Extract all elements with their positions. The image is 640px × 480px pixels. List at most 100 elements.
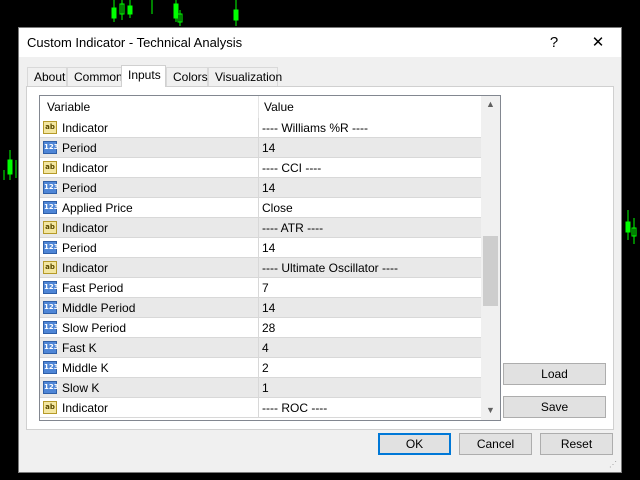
cell-divider bbox=[258, 258, 259, 278]
cell-divider bbox=[258, 358, 259, 378]
table-row[interactable]: 123 Period 14 bbox=[40, 178, 481, 198]
variable-name: Indicator bbox=[62, 261, 109, 275]
string-type-icon: ab bbox=[43, 221, 57, 234]
help-button[interactable]: ? bbox=[531, 28, 577, 57]
numeric-type-icon: 123 bbox=[43, 201, 59, 214]
column-divider[interactable] bbox=[258, 96, 259, 118]
inputs-grid: Variable Value ab Indicator ---- Williams … bbox=[39, 95, 501, 421]
tab-common[interactable]: Common bbox=[67, 67, 123, 86]
variable-name: Indicator bbox=[62, 401, 109, 415]
cell-divider bbox=[258, 178, 259, 198]
cell-divider bbox=[258, 198, 259, 218]
variable-name: Period bbox=[62, 141, 97, 155]
dialog-title: Custom Indicator - Technical Analysis bbox=[27, 35, 243, 50]
title-bar: Custom Indicator - Technical Analysis ? … bbox=[19, 28, 621, 57]
cell-divider bbox=[258, 238, 259, 258]
variable-name: Indicator bbox=[62, 221, 109, 235]
variable-name: Indicator bbox=[62, 121, 109, 135]
cell-divider bbox=[258, 218, 259, 238]
save-button[interactable]: Save bbox=[503, 396, 606, 418]
custom-indicator-dialog: Custom Indicator - Technical Analysis ? … bbox=[18, 27, 622, 473]
cell-divider bbox=[258, 298, 259, 318]
variable-value[interactable]: 2 bbox=[262, 361, 269, 375]
cancel-button[interactable]: Cancel bbox=[459, 433, 532, 455]
tab-visualization[interactable]: Visualization bbox=[208, 67, 282, 86]
table-row[interactable]: 123 Fast K 4 bbox=[40, 338, 481, 358]
variable-value[interactable]: 14 bbox=[262, 181, 275, 195]
cell-divider bbox=[258, 158, 259, 178]
variable-value[interactable]: 7 bbox=[262, 281, 269, 295]
variable-name: Fast Period bbox=[62, 281, 124, 295]
variable-value[interactable]: ---- ROC ---- bbox=[262, 401, 327, 415]
resize-grip-icon[interactable]: ⋰ bbox=[609, 460, 619, 470]
table-row[interactable]: 123 Middle Period 14 bbox=[40, 298, 481, 318]
table-row[interactable]: 123 Fast Period 7 bbox=[40, 278, 481, 298]
variable-name: Slow K bbox=[62, 381, 100, 395]
tab-about[interactable]: About bbox=[27, 67, 67, 86]
numeric-type-icon: 123 bbox=[43, 341, 59, 354]
string-type-icon: ab bbox=[43, 261, 57, 274]
vertical-scrollbar[interactable]: ▲ ▼ bbox=[481, 96, 500, 420]
variable-name: Period bbox=[62, 181, 97, 195]
cell-divider bbox=[258, 398, 259, 418]
table-row[interactable]: 123 Slow K 1 bbox=[40, 378, 481, 398]
variable-value[interactable]: ---- ATR ---- bbox=[262, 221, 323, 235]
close-button[interactable]: ✕ bbox=[575, 28, 621, 57]
table-row[interactable]: 123 Slow Period 28 bbox=[40, 318, 481, 338]
reset-button[interactable]: Reset bbox=[540, 433, 613, 455]
variable-value[interactable]: ---- Ultimate Oscillator ---- bbox=[262, 261, 398, 275]
variable-value[interactable]: 14 bbox=[262, 241, 275, 255]
numeric-type-icon: 123 bbox=[43, 281, 59, 294]
variable-name: Fast K bbox=[62, 341, 97, 355]
table-row[interactable]: 123 Middle K 2 bbox=[40, 358, 481, 378]
column-header-variable[interactable]: Variable bbox=[47, 100, 90, 114]
variable-name: Middle K bbox=[62, 361, 109, 375]
variable-name: Applied Price bbox=[62, 201, 133, 215]
table-row[interactable]: ab Indicator ---- CCI ---- bbox=[40, 158, 481, 178]
table-row[interactable]: ab Indicator ---- Ultimate Oscillator ---- bbox=[40, 258, 481, 278]
cell-divider bbox=[258, 338, 259, 358]
variable-value[interactable]: Close bbox=[262, 201, 293, 215]
tab-colors[interactable]: Colors bbox=[166, 67, 208, 86]
ok-button[interactable]: OK bbox=[378, 433, 451, 455]
variable-value[interactable]: 1 bbox=[262, 381, 269, 395]
cell-divider bbox=[258, 138, 259, 158]
column-header-value[interactable]: Value bbox=[264, 100, 294, 114]
numeric-type-icon: 123 bbox=[43, 241, 59, 254]
scrollbar-thumb[interactable] bbox=[483, 236, 498, 306]
grid-header: Variable Value bbox=[40, 96, 481, 119]
variable-value[interactable]: 14 bbox=[262, 301, 275, 315]
numeric-type-icon: 123 bbox=[43, 141, 59, 154]
table-row[interactable]: ab Indicator ---- ROC ---- bbox=[40, 398, 481, 418]
table-row[interactable]: ab Indicator ---- ATR ---- bbox=[40, 218, 481, 238]
string-type-icon: ab bbox=[43, 401, 57, 414]
scroll-up-icon[interactable]: ▲ bbox=[481, 96, 500, 113]
variable-name: Slow Period bbox=[62, 321, 127, 335]
cell-divider bbox=[258, 278, 259, 298]
table-row[interactable]: 123 Applied Price Close bbox=[40, 198, 481, 218]
cell-divider bbox=[258, 378, 259, 398]
variable-value[interactable]: 28 bbox=[262, 321, 275, 335]
variable-value[interactable]: 14 bbox=[262, 141, 275, 155]
numeric-type-icon: 123 bbox=[43, 381, 59, 394]
inputs-panel: Variable Value ab Indicator ---- Williams … bbox=[26, 86, 614, 430]
variable-name: Indicator bbox=[62, 161, 109, 175]
variable-value[interactable]: 4 bbox=[262, 341, 269, 355]
table-row[interactable]: 123 Period 14 bbox=[40, 238, 481, 258]
cell-divider bbox=[258, 318, 259, 338]
cell-divider bbox=[258, 118, 259, 138]
variable-value[interactable]: ---- Williams %R ---- bbox=[262, 121, 368, 135]
table-row[interactable]: 123 Period 14 bbox=[40, 138, 481, 158]
numeric-type-icon: 123 bbox=[43, 321, 59, 334]
variable-name: Period bbox=[62, 241, 97, 255]
scroll-down-icon[interactable]: ▼ bbox=[481, 402, 500, 419]
numeric-type-icon: 123 bbox=[43, 301, 59, 314]
string-type-icon: ab bbox=[43, 161, 57, 174]
table-row[interactable]: ab Indicator ---- Williams %R ---- bbox=[40, 118, 481, 138]
grid-rows: ab Indicator ---- Williams %R ---- 123 Perio… bbox=[40, 118, 481, 418]
load-button[interactable]: Load bbox=[503, 363, 606, 385]
tab-inputs[interactable]: Inputs bbox=[121, 65, 166, 87]
variable-value[interactable]: ---- CCI ---- bbox=[262, 161, 321, 175]
numeric-type-icon: 123 bbox=[43, 181, 59, 194]
numeric-type-icon: 123 bbox=[43, 361, 59, 374]
